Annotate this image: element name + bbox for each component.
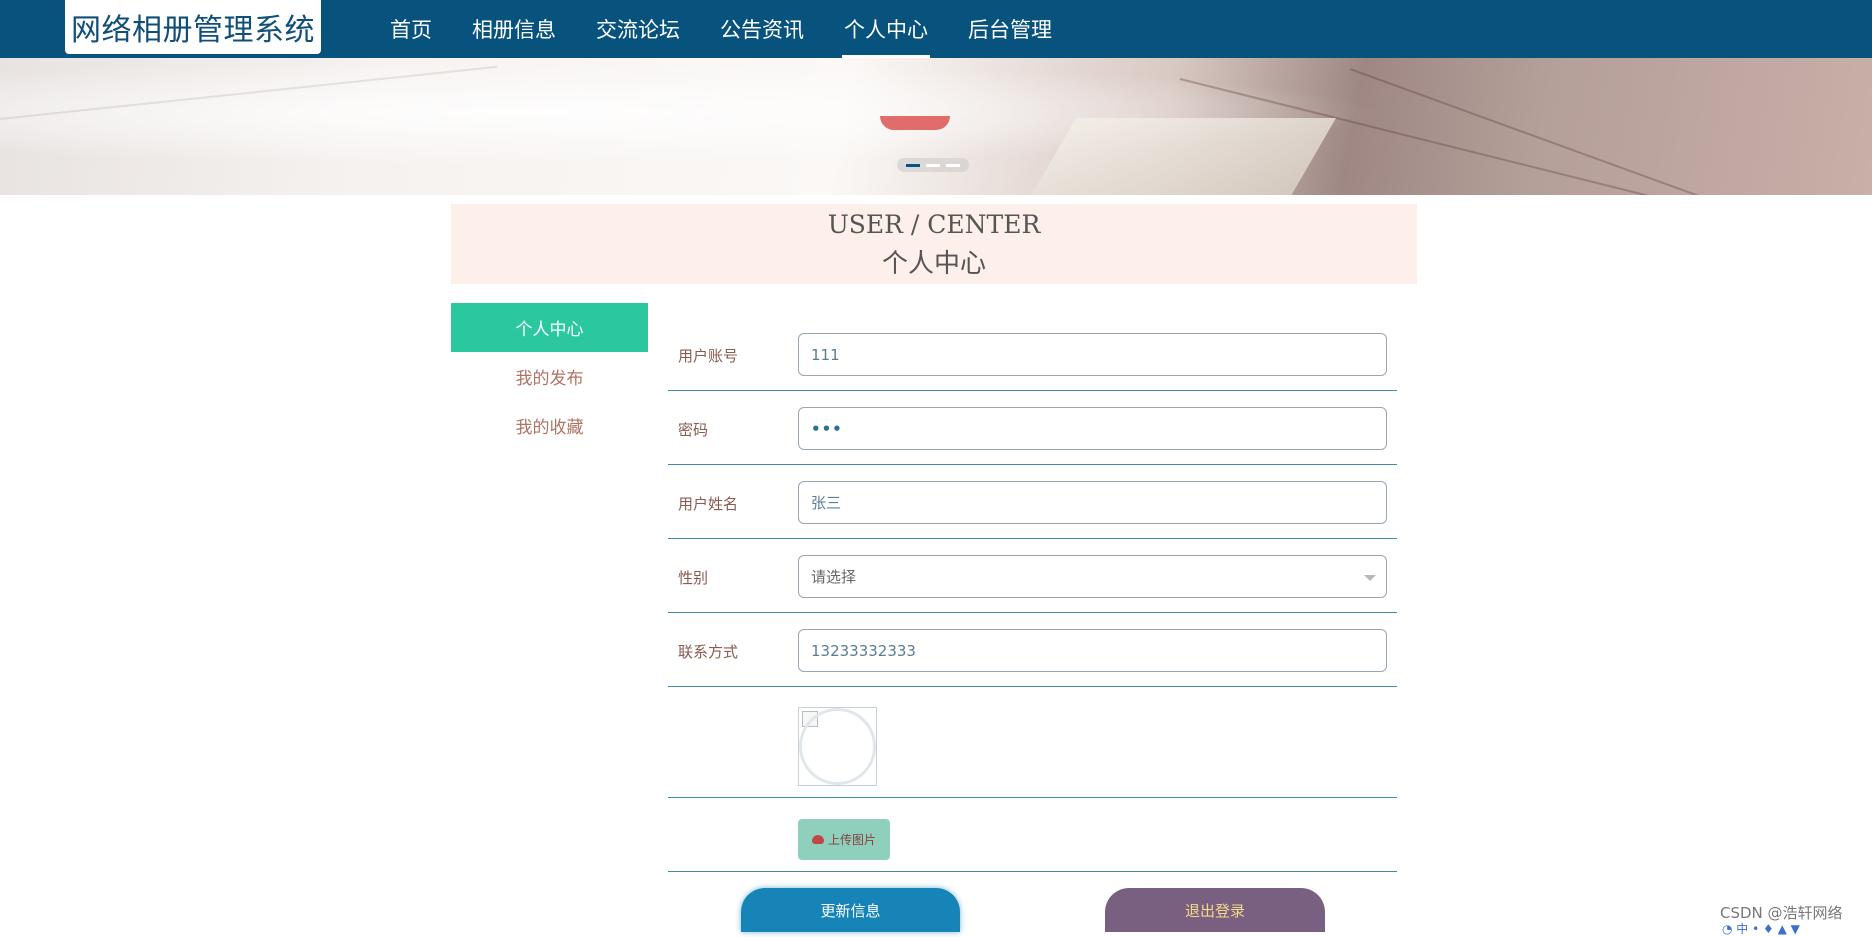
sidebar-item-my-posts[interactable]: 我的发布 bbox=[451, 352, 648, 401]
upload-image-button[interactable]: 上传图片 bbox=[798, 819, 890, 860]
cloud-upload-icon bbox=[811, 835, 824, 844]
form-row-username: 用户账号 111 bbox=[668, 317, 1397, 391]
carousel-dot-1[interactable] bbox=[906, 163, 920, 167]
gender-select[interactable]: 请选择 bbox=[798, 555, 1387, 598]
form-row-phone: 联系方式 13233332333 bbox=[668, 613, 1397, 687]
banner-book-pages bbox=[1024, 118, 1336, 195]
banner-carousel[interactable] bbox=[0, 58, 1872, 195]
avatar-preview bbox=[798, 707, 877, 786]
main-nav: 首页 相册信息 交流论坛 公告资讯 个人中心 后台管理 bbox=[370, 0, 1072, 58]
sidebar-item-my-favorites[interactable]: 我的收藏 bbox=[451, 401, 648, 450]
top-navbar: 网络相册管理系统 首页 相册信息 交流论坛 公告资讯 个人中心 后台管理 bbox=[0, 0, 1872, 58]
section-title-en: USER / CENTER bbox=[827, 210, 1041, 239]
carousel-dot-2[interactable] bbox=[926, 163, 940, 167]
sidebar-item-user-center[interactable]: 个人中心 bbox=[451, 303, 648, 352]
phone-label: 联系方式 bbox=[678, 643, 739, 661]
ime-toolbar-icons: ◔ 中 • ♦ ▲ ▼ bbox=[1722, 922, 1800, 936]
phone-input[interactable]: 13233332333 bbox=[798, 629, 1387, 672]
nav-home[interactable]: 首页 bbox=[370, 0, 452, 58]
banner-book-bookmark bbox=[880, 116, 950, 130]
form-row-gender: 性别 请选择 bbox=[668, 539, 1397, 613]
gender-label: 性别 bbox=[678, 569, 709, 587]
form-row-avatar bbox=[668, 687, 1397, 798]
form-row-upload: 上传图片 bbox=[668, 798, 1397, 872]
site-title: 网络相册管理系统 bbox=[71, 13, 315, 48]
site-logo[interactable]: 网络相册管理系统 bbox=[65, 0, 321, 54]
username-label: 用户账号 bbox=[678, 347, 739, 365]
password-input[interactable]: ••• bbox=[798, 407, 1387, 450]
nav-news[interactable]: 公告资讯 bbox=[700, 0, 824, 58]
nav-forum[interactable]: 交流论坛 bbox=[576, 0, 700, 58]
carousel-indicators bbox=[897, 158, 969, 172]
profile-form: 用户账号 111 密码 ••• 用户姓名 张三 性别 请选择 联系方式 1323… bbox=[668, 317, 1397, 872]
username-input[interactable]: 111 bbox=[798, 333, 1387, 376]
avatar-circle bbox=[799, 708, 876, 785]
fullname-label: 用户姓名 bbox=[678, 495, 739, 513]
carousel-dot-3[interactable] bbox=[946, 163, 960, 167]
banner-plank-line bbox=[0, 65, 498, 120]
update-info-button[interactable]: 更新信息 bbox=[741, 888, 960, 932]
gender-select-placeholder: 请选择 bbox=[811, 568, 857, 586]
nav-admin[interactable]: 后台管理 bbox=[948, 0, 1072, 58]
nav-albums[interactable]: 相册信息 bbox=[452, 0, 576, 58]
logout-button[interactable]: 退出登录 bbox=[1105, 888, 1325, 932]
form-row-fullname: 用户姓名 张三 bbox=[668, 465, 1397, 539]
section-header: USER / CENTER 个人中心 bbox=[451, 204, 1417, 284]
section-title-zh: 个人中心 bbox=[881, 249, 986, 279]
fullname-input[interactable]: 张三 bbox=[798, 481, 1387, 524]
form-row-password: 密码 ••• bbox=[668, 391, 1397, 465]
nav-user-center[interactable]: 个人中心 bbox=[824, 0, 948, 58]
user-sidebar: 个人中心 我的发布 我的收藏 bbox=[451, 303, 648, 450]
upload-image-label: 上传图片 bbox=[827, 833, 876, 847]
banner-plank-line bbox=[1349, 68, 1872, 195]
chevron-down-icon bbox=[1364, 575, 1376, 581]
password-label: 密码 bbox=[678, 421, 709, 439]
